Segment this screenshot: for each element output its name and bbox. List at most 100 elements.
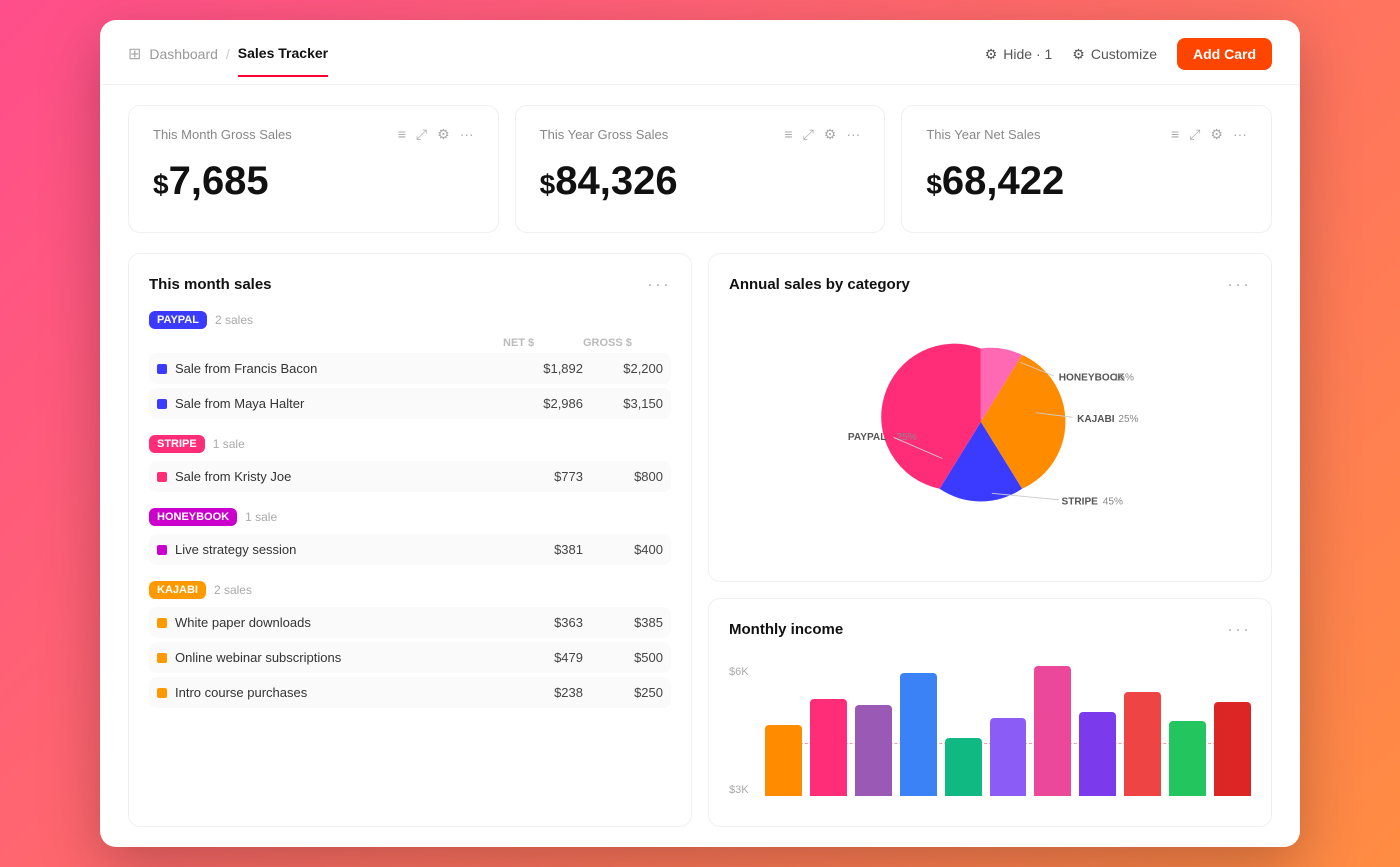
stat-card-icons-1: ≡ ⤢ ⚙ ··· bbox=[398, 126, 474, 143]
bar-8 bbox=[1124, 692, 1161, 796]
bar-section: Monthly income ··· $6K $3K bbox=[708, 598, 1272, 827]
sale-gross: $3,150 bbox=[583, 396, 663, 411]
svg-text:KAJABI: KAJABI bbox=[1077, 414, 1115, 425]
payment-group-honeybook: HONEYBOOK 1 sale Live strategy session $… bbox=[149, 508, 671, 565]
stat-card-yearly-net: This Year Net Sales ≡ ⤢ ⚙ ··· $68,422 bbox=[901, 105, 1272, 233]
payment-badge-paypal: PAYPAL bbox=[149, 311, 207, 329]
payment-group-stripe: STRIPE 1 sale Sale from Kristy Joe $773 … bbox=[149, 435, 671, 492]
sale-net: $2,986 bbox=[503, 396, 583, 411]
stat-card-title-3: This Year Net Sales bbox=[926, 127, 1040, 142]
sale-gross: $250 bbox=[583, 685, 663, 700]
bar-1 bbox=[810, 699, 847, 797]
more-icon[interactable]: ··· bbox=[460, 126, 474, 143]
sales-more-button[interactable]: ··· bbox=[647, 274, 671, 295]
add-card-button[interactable]: Add Card bbox=[1177, 38, 1272, 70]
pie-section-header: Annual sales by category ··· bbox=[729, 274, 1251, 295]
gear-icon[interactable]: ⚙ bbox=[437, 126, 450, 143]
more-icon-3[interactable]: ··· bbox=[1233, 126, 1247, 143]
sales-section-title: This month sales bbox=[149, 276, 272, 293]
payment-group-header-honeybook: HONEYBOOK 1 sale bbox=[149, 508, 671, 526]
stat-cards: This Month Gross Sales ≡ ⤢ ⚙ ··· $7,685 … bbox=[128, 105, 1272, 233]
sales-list: PAYPAL 2 sales NET $ GROSS $ Sale from F… bbox=[149, 311, 671, 708]
sales-table-header: NET $ GROSS $ bbox=[165, 337, 671, 353]
sale-row: Intro course purchases $238 $250 bbox=[149, 677, 671, 708]
pie-section: Annual sales by category ··· bbox=[708, 253, 1272, 582]
sale-net: $238 bbox=[503, 685, 583, 700]
pie-more-button[interactable]: ··· bbox=[1227, 274, 1251, 295]
breadcrumb-current: Sales Tracker bbox=[238, 45, 328, 77]
bar-section-title: Monthly income bbox=[729, 621, 843, 638]
sale-row: Live strategy session $381 $400 bbox=[149, 534, 671, 565]
stat-card-yearly-gross: This Year Gross Sales ≡ ⤢ ⚙ ··· $84,326 bbox=[515, 105, 886, 233]
sales-section: This month sales ··· PAYPAL 2 sales NET … bbox=[128, 253, 692, 827]
stat-card-header-3: This Year Net Sales ≡ ⤢ ⚙ ··· bbox=[926, 126, 1247, 143]
bar-more-button[interactable]: ··· bbox=[1227, 619, 1251, 640]
bar-2 bbox=[855, 705, 892, 796]
sale-dot bbox=[157, 618, 167, 628]
hide-button[interactable]: ⚙ Hide · 1 bbox=[985, 46, 1053, 63]
payment-group-paypal: PAYPAL 2 sales NET $ GROSS $ Sale from F… bbox=[149, 311, 671, 419]
header: ⊞ Dashboard / Sales Tracker ⚙ Hide · 1 ⚙… bbox=[100, 20, 1300, 85]
bar-6 bbox=[1034, 666, 1071, 796]
sale-gross: $500 bbox=[583, 650, 663, 665]
sale-name: White paper downloads bbox=[157, 615, 503, 630]
app-container: ⊞ Dashboard / Sales Tracker ⚙ Hide · 1 ⚙… bbox=[100, 20, 1300, 847]
stat-card-header-2: This Year Gross Sales ≡ ⤢ ⚙ ··· bbox=[540, 126, 861, 143]
payment-group-count-kajabi: 2 sales bbox=[214, 583, 252, 597]
filter-icon-2[interactable]: ≡ bbox=[784, 126, 792, 143]
sale-net: $1,892 bbox=[503, 361, 583, 376]
stat-card-monthly-gross: This Month Gross Sales ≡ ⤢ ⚙ ··· $7,685 bbox=[128, 105, 499, 233]
charts-column: Annual sales by category ··· bbox=[708, 253, 1272, 827]
bar-y-labels: $6K $3K bbox=[729, 666, 749, 796]
payment-badge-honeybook: HONEYBOOK bbox=[149, 508, 237, 526]
stat-card-title-1: This Month Gross Sales bbox=[153, 127, 292, 142]
bar-10 bbox=[1214, 702, 1251, 796]
expand-icon[interactable]: ⤢ bbox=[416, 126, 427, 143]
bar-chart-bars bbox=[765, 666, 1251, 796]
sale-dot bbox=[157, 545, 167, 555]
grid-icon: ⊞ bbox=[128, 44, 141, 64]
stat-card-value-3: $68,422 bbox=[926, 159, 1247, 204]
filter-icon-3[interactable]: ≡ bbox=[1171, 126, 1179, 143]
svg-text:25%: 25% bbox=[1118, 414, 1138, 425]
more-icon-2[interactable]: ··· bbox=[846, 126, 860, 143]
customize-button[interactable]: ⚙ Customize bbox=[1072, 46, 1157, 63]
breadcrumb-dashboard: Dashboard bbox=[149, 46, 218, 62]
expand-icon-2[interactable]: ⤢ bbox=[803, 126, 814, 143]
bar-chart-container: $6K $3K bbox=[729, 656, 1251, 806]
sales-section-header: This month sales ··· bbox=[149, 274, 671, 295]
breadcrumb-sep: / bbox=[226, 46, 230, 62]
pie-chart-container: HONEYBOOK 15% KAJABI 25% PAYPAL 25% STRI… bbox=[729, 311, 1251, 561]
sale-dot bbox=[157, 364, 167, 374]
filter-icon[interactable]: ≡ bbox=[398, 126, 406, 143]
sale-row: Sale from Kristy Joe $773 $800 bbox=[149, 461, 671, 492]
bar-7 bbox=[1079, 712, 1116, 797]
svg-text:PAYPAL: PAYPAL bbox=[848, 432, 886, 443]
sale-gross: $400 bbox=[583, 542, 663, 557]
breadcrumb: ⊞ Dashboard / Sales Tracker bbox=[128, 44, 328, 78]
bar-chart-area: $6K $3K bbox=[729, 666, 1251, 796]
payment-group-count-paypal: 2 sales bbox=[215, 313, 253, 327]
sale-row: Sale from Maya Halter $2,986 $3,150 bbox=[149, 388, 671, 419]
gear-icon-2[interactable]: ⚙ bbox=[824, 126, 837, 143]
sale-name: Live strategy session bbox=[157, 542, 503, 557]
header-actions: ⚙ Hide · 1 ⚙ Customize Add Card bbox=[985, 38, 1272, 84]
sale-gross: $800 bbox=[583, 469, 663, 484]
sale-row: Online webinar subscriptions $479 $500 bbox=[149, 642, 671, 673]
svg-text:25%: 25% bbox=[897, 432, 917, 443]
stat-card-title-2: This Year Gross Sales bbox=[540, 127, 669, 142]
bar-0 bbox=[765, 725, 802, 797]
stat-card-icons-3: ≡ ⤢ ⚙ ··· bbox=[1171, 126, 1247, 143]
pie-section-title: Annual sales by category bbox=[729, 276, 910, 293]
pie-chart-svg: HONEYBOOK 15% KAJABI 25% PAYPAL 25% STRI… bbox=[830, 321, 1150, 541]
gear-icon-3[interactable]: ⚙ bbox=[1210, 126, 1223, 143]
sale-net: $381 bbox=[503, 542, 583, 557]
bar-4 bbox=[945, 738, 982, 797]
bar-section-header: Monthly income ··· bbox=[729, 619, 1251, 640]
expand-icon-3[interactable]: ⤢ bbox=[1189, 126, 1200, 143]
payment-group-count-stripe: 1 sale bbox=[213, 437, 245, 451]
sale-name: Sale from Maya Halter bbox=[157, 396, 503, 411]
svg-text:45%: 45% bbox=[1103, 496, 1123, 507]
main-content: This Month Gross Sales ≡ ⤢ ⚙ ··· $7,685 … bbox=[100, 85, 1300, 847]
svg-text:STRIPE: STRIPE bbox=[1062, 496, 1099, 507]
